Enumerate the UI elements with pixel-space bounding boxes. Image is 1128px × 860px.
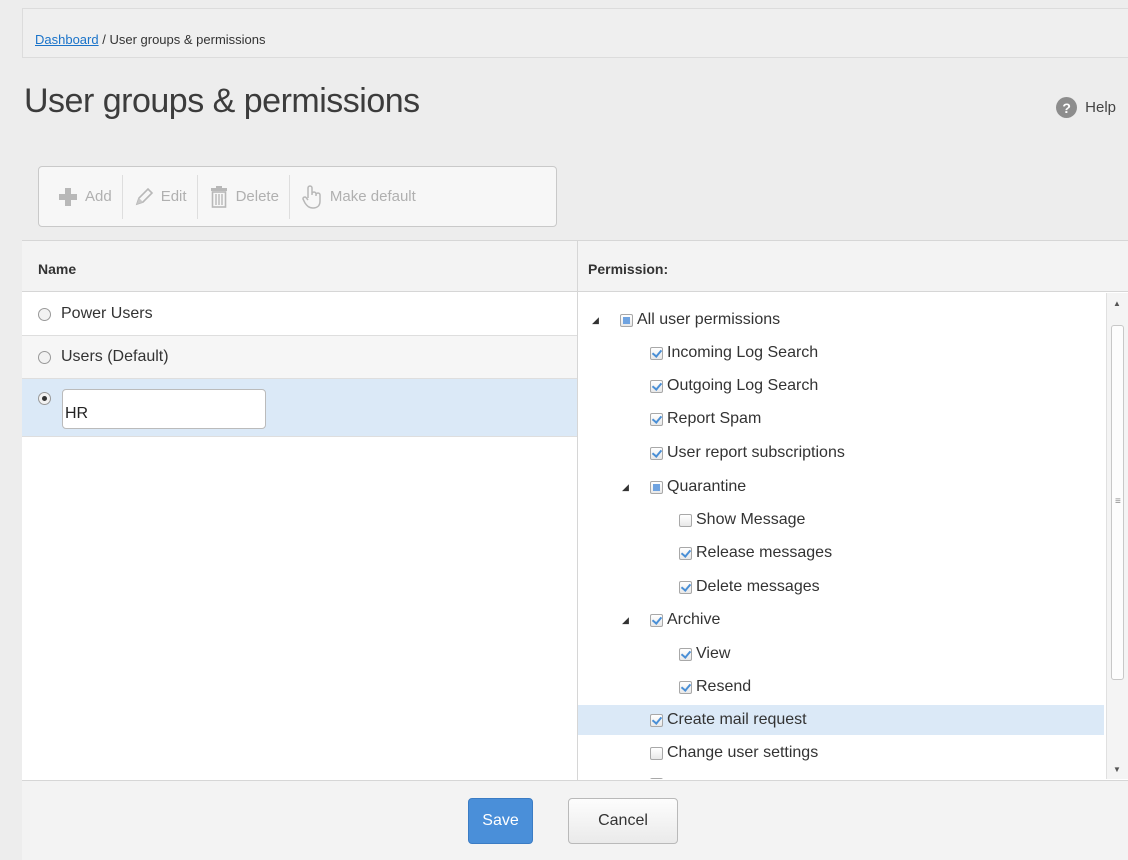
group-name-input[interactable] <box>62 389 266 429</box>
scroll-down-icon[interactable]: ▼ <box>1113 765 1121 774</box>
delete-label: Delete <box>235 188 279 205</box>
perm-release-messages[interactable]: Release messages <box>679 538 832 568</box>
perm-label: User report subscriptions <box>667 444 845 461</box>
group-name: Power Users <box>61 305 153 322</box>
scroll-up-icon[interactable]: ▲ <box>1113 299 1121 308</box>
edit-label: Edit <box>160 188 187 205</box>
perm-label: Archive <box>667 611 721 628</box>
radio-button[interactable] <box>38 350 51 364</box>
perm-next-cut-off <box>650 769 667 779</box>
page-title: User groups & permissions <box>24 82 420 120</box>
edit-button[interactable]: Edit <box>123 174 198 219</box>
perm-view[interactable]: View <box>679 639 730 669</box>
group-name: Users (Default) <box>61 348 169 365</box>
breadcrumb-separator: / <box>98 32 110 47</box>
help-icon: ? <box>1056 97 1078 118</box>
pencil-icon <box>135 187 153 205</box>
breadcrumb-current: User groups & permissions <box>109 32 266 47</box>
perm-label: Incoming Log Search <box>667 344 819 361</box>
checkbox-checked[interactable] <box>650 613 663 627</box>
perm-user-report-subscriptions[interactable]: User report subscriptions <box>650 438 845 468</box>
perm-label: Show Message <box>696 511 806 528</box>
perm-label: Release messages <box>696 544 833 561</box>
group-list: Power Users Users (Default) <box>22 293 577 437</box>
perm-show-message[interactable]: Show Message <box>679 505 805 535</box>
checkbox-checked[interactable] <box>650 446 663 460</box>
checkbox-partial[interactable] <box>650 480 663 494</box>
checkbox-checked[interactable] <box>679 580 692 594</box>
checkbox-checked[interactable] <box>650 346 663 360</box>
checkbox-partial[interactable] <box>620 313 633 327</box>
name-column-header: Name <box>22 241 577 292</box>
checkbox-unchecked[interactable] <box>650 746 663 760</box>
perm-label: Report Spam <box>667 410 762 427</box>
collapse-arrow-icon[interactable]: ◢ <box>622 482 629 493</box>
perm-label: Quarantine <box>667 478 747 495</box>
perm-outgoing-log-search[interactable]: Outgoing Log Search <box>650 371 818 401</box>
delete-button[interactable]: Delete <box>198 174 290 219</box>
help-label: Help <box>1085 99 1116 116</box>
perm-incoming-log-search[interactable]: Incoming Log Search <box>650 338 818 368</box>
hand-pointer-icon <box>302 184 321 209</box>
perm-create-mail-request[interactable]: Create mail request <box>578 705 1104 735</box>
trash-icon <box>210 185 227 208</box>
breadcrumb: Dashboard / User groups & permissions <box>22 8 1128 58</box>
perm-quarantine[interactable]: Quarantine <box>650 472 746 502</box>
scrollbar-thumb[interactable]: ≡ <box>1111 325 1124 680</box>
perm-change-user-settings[interactable]: Change user settings <box>650 738 818 768</box>
plus-icon <box>59 187 77 206</box>
breadcrumb-dashboard-link[interactable]: Dashboard <box>35 32 99 47</box>
group-row-users-default[interactable]: Users (Default) <box>22 336 577 379</box>
perm-label: Outgoing Log Search <box>667 377 819 394</box>
help-link[interactable]: ? Help <box>1056 97 1116 118</box>
perm-label: Delete messages <box>696 578 820 595</box>
permission-scrollbar[interactable]: ▲ ≡ ▼ <box>1106 293 1128 779</box>
checkbox-unchecked[interactable] <box>679 513 692 527</box>
make-default-button[interactable]: Make default <box>290 175 426 219</box>
add-button[interactable]: Add <box>47 174 123 219</box>
perm-all-user-permissions[interactable]: All user permissions <box>620 305 780 335</box>
save-button[interactable]: Save <box>468 798 533 844</box>
perm-report-spam[interactable]: Report Spam <box>650 404 761 434</box>
groups-panel: Name Permission: Power Users Users (Defa… <box>22 240 1128 781</box>
radio-button[interactable] <box>38 307 51 321</box>
add-label: Add <box>85 188 112 205</box>
perm-resend[interactable]: Resend <box>679 672 751 702</box>
permission-column-header: Permission: <box>578 241 1128 292</box>
checkbox-checked[interactable] <box>650 412 663 426</box>
collapse-arrow-icon[interactable]: ◢ <box>592 315 599 326</box>
toolbar: Add Edit Delete Make default <box>38 166 557 227</box>
perm-archive[interactable]: Archive <box>650 605 720 635</box>
group-row-hr[interactable] <box>22 379 577 437</box>
form-footer: Save Cancel <box>22 780 1128 860</box>
make-default-label: Make default <box>329 188 416 205</box>
perm-label: Change user settings <box>667 744 819 761</box>
checkbox-unchecked[interactable] <box>650 777 663 779</box>
radio-button-selected[interactable] <box>38 392 51 405</box>
checkbox-checked[interactable] <box>679 647 692 661</box>
perm-label: Resend <box>696 678 752 695</box>
checkbox-checked[interactable] <box>650 713 663 727</box>
group-row-power-users[interactable]: Power Users <box>22 293 577 336</box>
permission-tree: ◢ All user permissions Incoming Log Sear… <box>578 293 1104 779</box>
perm-delete-messages[interactable]: Delete messages <box>679 572 820 602</box>
scroll-grip-icon: ≡ <box>1115 496 1121 507</box>
cancel-button[interactable]: Cancel <box>568 798 678 844</box>
checkbox-checked[interactable] <box>650 379 663 393</box>
perm-label: All user permissions <box>637 311 781 328</box>
checkbox-checked[interactable] <box>679 680 692 694</box>
collapse-arrow-icon[interactable]: ◢ <box>622 615 629 626</box>
perm-label: View <box>696 645 731 662</box>
perm-label: Create mail request <box>667 711 807 728</box>
checkbox-checked[interactable] <box>679 546 692 560</box>
